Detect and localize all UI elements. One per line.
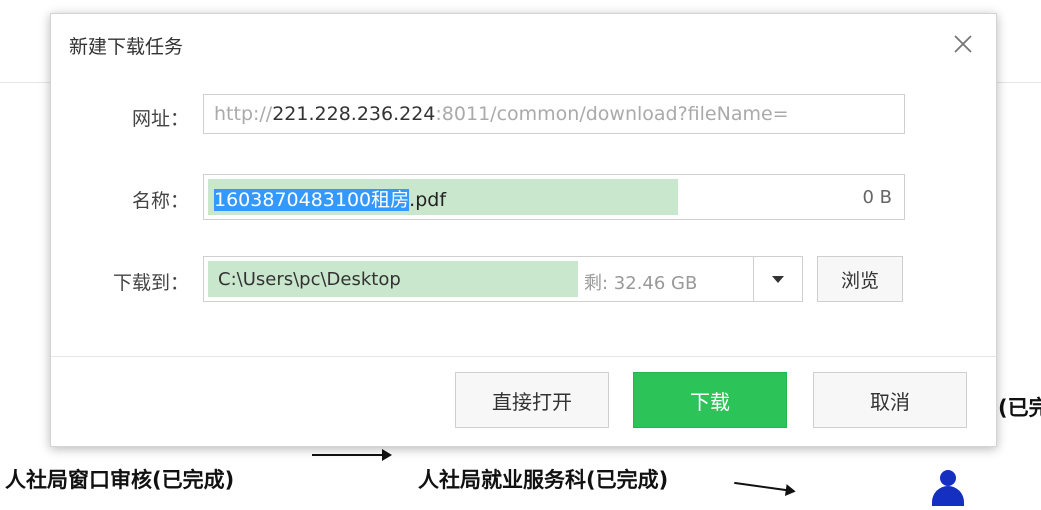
destination-path: C:\Users\pc\Desktop <box>218 269 401 290</box>
open-directly-button[interactable]: 直接打开 <box>455 372 609 428</box>
filename-text: 1603870483100租房.pdf <box>214 185 446 212</box>
destination-field[interactable]: C:\Users\pc\Desktop 剩: 32.46 GB <box>203 256 803 302</box>
name-label: 名称： <box>131 190 189 212</box>
file-size: 0 B <box>862 187 892 208</box>
workflow-arrow-1 <box>312 449 392 461</box>
new-download-dialog: 新建下载任务 网址： http://221.228.236.224:8011/c… <box>50 13 997 447</box>
url-host: 221.228.236.224 <box>272 103 436 125</box>
footer-divider <box>51 356 996 357</box>
person-icon <box>930 470 970 510</box>
workflow-step-employment-service: 人社局就业服务科(已完成) <box>418 468 669 492</box>
dialog-title: 新建下载任务 <box>69 36 184 58</box>
workflow-arrow-2 <box>734 481 794 493</box>
download-button[interactable]: 下载 <box>633 372 787 428</box>
filename-extension: .pdf <box>409 189 447 211</box>
workflow-step-window-review: 人社局窗口审核(已完成) <box>5 468 235 492</box>
workflow-step-partial: (已完 <box>998 396 1041 420</box>
url-scheme: http:// <box>214 103 273 125</box>
cancel-button[interactable]: 取消 <box>813 372 967 428</box>
close-icon[interactable] <box>948 29 978 59</box>
chevron-down-icon[interactable] <box>753 257 802 301</box>
filename-selection: 1603870483100租房 <box>214 189 410 211</box>
url-field[interactable]: http://221.228.236.224:8011/common/downl… <box>203 94 905 134</box>
filename-field[interactable]: 1603870483100租房.pdf 0 B <box>203 174 905 220</box>
destination-label: 下载到： <box>112 272 189 294</box>
browse-button[interactable]: 浏览 <box>817 256 903 302</box>
url-path: :8011/common/download?fileName= <box>435 103 789 125</box>
url-label: 网址： <box>131 108 189 130</box>
free-space: 剩: 32.46 GB <box>584 273 698 294</box>
